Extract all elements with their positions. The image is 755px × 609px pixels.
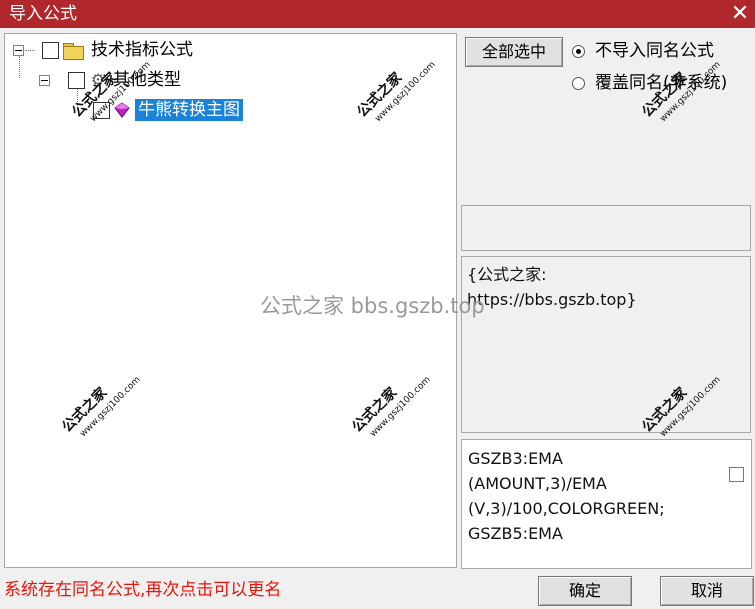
cancel-button[interactable]: 取消 xyxy=(660,576,754,606)
option-skip-same-name[interactable]: 不导入同名公式 xyxy=(572,41,714,61)
tree-checkbox-root[interactable] xyxy=(42,41,59,59)
tree-node-root[interactable]: 技术指标公式 xyxy=(13,38,193,62)
select-all-button[interactable]: 全部选中 xyxy=(465,37,563,67)
description-text: {公式之家: https://bbs.gszb.top} xyxy=(467,265,637,309)
ok-button[interactable]: 确定 xyxy=(538,576,632,606)
tree-node-group[interactable]: ⚙ 其他类型 xyxy=(39,68,181,92)
code-text: GSZB3:EMA (AMOUNT,3)/EMA (V,3)/100,COLOR… xyxy=(468,449,665,543)
close-icon[interactable]: ✕ xyxy=(725,0,755,28)
formula-tree-panel[interactable]: 技术指标公式 ⚙ 其他类型 牛熊转换主图 xyxy=(4,33,457,568)
window-title: 导入公式 xyxy=(9,4,77,24)
tree-label-group: 其他类型 xyxy=(113,70,181,90)
gear-icon: ⚙ xyxy=(90,70,106,89)
folder-icon xyxy=(63,42,84,60)
option-overwrite-label: 覆盖同名(非系统) xyxy=(595,73,728,93)
radio-skip-same-name[interactable] xyxy=(572,44,585,58)
option-skip-label: 不导入同名公式 xyxy=(595,41,714,61)
status-message: 系统存在同名公式,再次点击可以更名 xyxy=(4,580,282,600)
tree-label-root: 技术指标公式 xyxy=(91,40,193,60)
tree-checkbox-item[interactable] xyxy=(93,101,110,119)
info-field xyxy=(461,205,751,251)
collapse-toggle[interactable] xyxy=(39,74,50,86)
tree-checkbox-group[interactable] xyxy=(68,71,85,89)
radio-overwrite-same-name[interactable] xyxy=(572,76,585,90)
collapse-toggle[interactable] xyxy=(13,44,24,56)
code-checkbox[interactable] xyxy=(729,467,744,482)
title-bar: 导入公式 ✕ xyxy=(0,0,755,28)
tree-node-item[interactable]: 牛熊转换主图 xyxy=(77,98,243,122)
tree-label-item[interactable]: 牛熊转换主图 xyxy=(135,99,243,121)
formula-gem-icon xyxy=(114,102,130,118)
option-overwrite-same-name[interactable]: 覆盖同名(非系统) xyxy=(572,73,727,93)
